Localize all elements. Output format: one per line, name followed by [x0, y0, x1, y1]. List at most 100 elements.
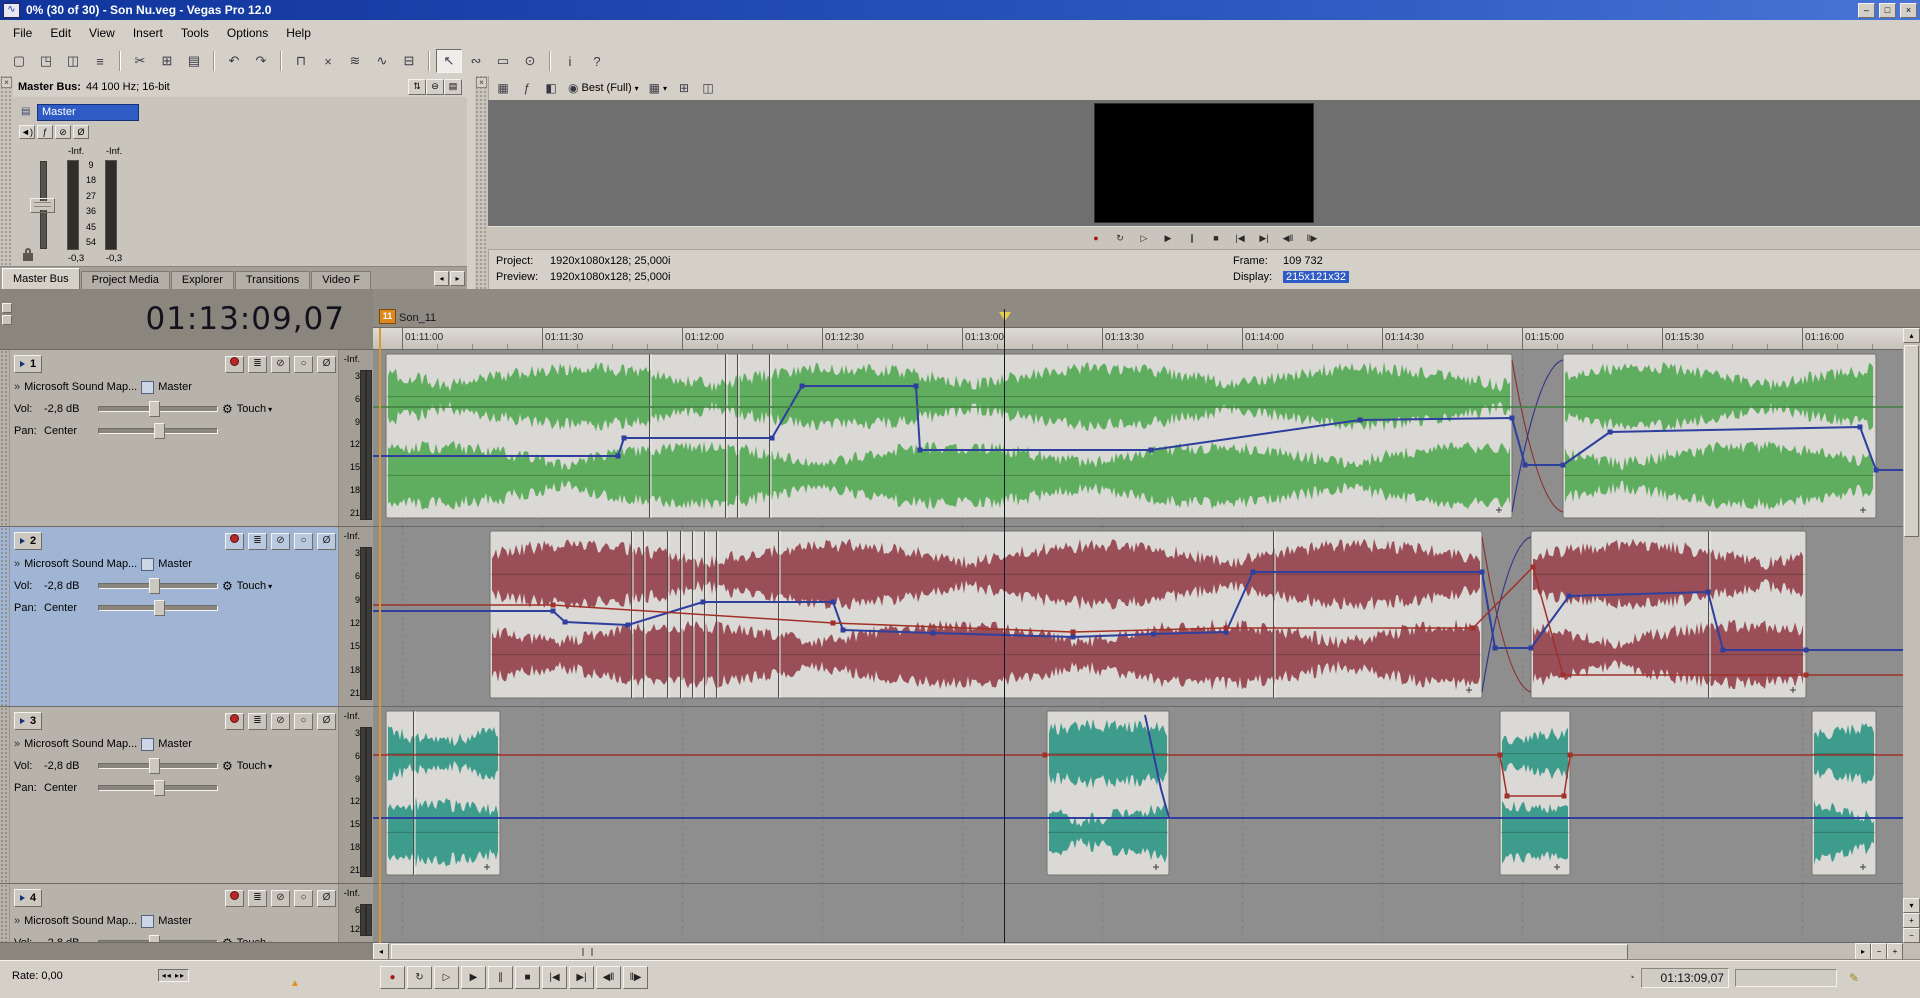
pan-slider[interactable] [98, 785, 218, 791]
menu-insert[interactable]: Insert [124, 22, 172, 44]
master-speaker-icon[interactable]: ◄) [19, 125, 35, 139]
menu-help[interactable]: Help [277, 22, 320, 44]
play-from-start-button[interactable]: ▷ [1133, 230, 1155, 247]
play-button[interactable]: ▶ [461, 966, 486, 989]
save-snapshot-button[interactable]: ◫ [697, 78, 719, 98]
timeline-mini-button-1[interactable] [2, 303, 12, 313]
playhead-cursor[interactable] [1004, 309, 1005, 943]
interactive-tutorials-button[interactable]: i [557, 49, 583, 73]
track-bus[interactable]: Master [158, 738, 192, 750]
go-to-end-button[interactable]: ▶| [569, 966, 594, 989]
track-header-3[interactable]: 3≣⊘○Ø»Microsoft Sound Map...MasterVol:-2… [0, 707, 373, 884]
bus-assignment-icon[interactable] [141, 738, 154, 751]
master-meter-left[interactable] [67, 160, 79, 250]
tab-explorer[interactable]: Explorer [171, 271, 234, 289]
go-to-start-button[interactable]: |◀ [542, 966, 567, 989]
preview-quality-dropdown[interactable]: ◉Best (Full)▾ [564, 78, 643, 98]
track-device[interactable]: Microsoft Sound Map... [24, 738, 137, 750]
master-fader-label[interactable]: Master [37, 104, 139, 121]
project-properties-button[interactable]: ≡ [87, 49, 113, 73]
play-button[interactable]: ▶ [1157, 230, 1179, 247]
track-lane-4[interactable] [373, 884, 1920, 943]
volume-slider-handle[interactable] [149, 578, 160, 594]
playhead-marker[interactable] [999, 312, 1011, 327]
track-bus[interactable]: Master [158, 558, 192, 570]
tab-transitions[interactable]: Transitions [235, 271, 310, 289]
mute-button[interactable]: ⊘ [271, 713, 290, 730]
automation-settings-button[interactable]: Ø [317, 533, 336, 550]
scrollbar-grip[interactable] [582, 948, 593, 956]
copy-snapshot-button[interactable]: ⊞ [673, 78, 695, 98]
selection-length-field[interactable] [1735, 969, 1837, 987]
close-button[interactable]: × [1900, 3, 1917, 18]
lock-envelopes-button[interactable]: ∿ [369, 49, 395, 73]
volume-slider[interactable] [98, 406, 218, 412]
automation-mode-dropdown[interactable]: Touch▾ [237, 760, 272, 772]
automation-gear-icon[interactable]: ⚙ [222, 759, 233, 773]
timeline-mini-button-2[interactable] [2, 315, 12, 325]
go-to-start-button[interactable]: |◀ [1229, 230, 1251, 247]
master-fx-button[interactable]: ƒ [37, 125, 53, 139]
cut-button[interactable]: ✂ [127, 49, 153, 73]
rate-scrub-slider[interactable]: ◂◂ ▸▸ [158, 969, 189, 982]
track-zoom-out-button[interactable]: − [1903, 928, 1920, 943]
scroll-down-button[interactable]: ▾ [1903, 898, 1920, 913]
enable-snapping-button[interactable]: ⊓ [288, 49, 314, 73]
track-meter[interactable]: -Inf.612 [338, 884, 373, 942]
transport-time-display[interactable]: 01:13:09,07 [1641, 968, 1729, 988]
bus-assignment-icon[interactable] [141, 381, 154, 394]
paste-button[interactable]: ▤ [181, 49, 207, 73]
previous-frame-button[interactable]: ◀‖ [1277, 230, 1299, 247]
track-zoom-in-button[interactable]: + [1903, 913, 1920, 928]
auto-ripple-button[interactable]: ≋ [342, 49, 368, 73]
undo-button[interactable]: ↶ [221, 49, 247, 73]
menu-edit[interactable]: Edit [41, 22, 80, 44]
zoom-edit-tool-button[interactable]: ⊙ [517, 49, 543, 73]
time-ruler[interactable]: 01:11:0001:11:3001:12:0001:12:3001:13:00… [373, 328, 1920, 350]
solo-button[interactable]: ○ [294, 533, 313, 550]
record-button[interactable]: ● [380, 966, 405, 989]
automatic-crossfades-button[interactable]: × [315, 49, 341, 73]
downmix-output-button[interactable]: ⇅ [408, 79, 426, 95]
track-grip[interactable] [0, 884, 10, 942]
track-lane-2[interactable] [373, 527, 1920, 707]
scroll-up-button[interactable]: ▴ [1903, 328, 1920, 343]
lock-icon[interactable] [23, 253, 33, 261]
automation-mode-dropdown[interactable]: Touch▾ [237, 580, 272, 592]
vscrollbar-thumb[interactable] [1904, 345, 1919, 537]
bus-assignment-icon[interactable] [141, 558, 154, 571]
tab-video-f[interactable]: Video F [311, 271, 371, 289]
tab-scroll-left-button[interactable]: ◂ [434, 271, 449, 286]
pan-value[interactable]: Center [44, 602, 94, 614]
next-frame-button[interactable]: ‖▶ [623, 966, 648, 989]
envelope-edit-tool-button[interactable]: ∾ [463, 49, 489, 73]
title-bar[interactable]: ∿ 0% (30 of 30) - Son Nu.veg - Vegas Pro… [0, 0, 1920, 20]
maximize-button[interactable]: □ [1879, 3, 1896, 18]
vol-value[interactable]: -2,8 dB [44, 580, 94, 592]
pan-slider[interactable] [98, 605, 218, 611]
pan-slider[interactable] [98, 428, 218, 434]
track-number-box[interactable]: 2 [14, 532, 42, 550]
new-project-button[interactable]: ▢ [6, 49, 32, 73]
arm-record-button[interactable] [225, 533, 244, 550]
automation-settings-button[interactable]: Ø [317, 356, 336, 373]
pause-button[interactable]: ∥ [1181, 230, 1203, 247]
track-fx-button[interactable]: ≣ [248, 533, 267, 550]
record-button[interactable]: ● [1085, 230, 1107, 247]
copy-button[interactable]: ⊞ [154, 49, 180, 73]
solo-button[interactable]: ○ [294, 890, 313, 907]
track-grip[interactable] [0, 350, 10, 526]
pan-value[interactable]: Center [44, 425, 94, 437]
close-panel-icon[interactable]: × [1, 77, 12, 88]
master-meter-right[interactable] [105, 160, 117, 250]
vertical-scrollbar[interactable]: ▴ ▾+− [1903, 328, 1920, 943]
tab-master-bus[interactable]: Master Bus [2, 268, 80, 289]
track-header-1[interactable]: 1≣⊘○Ø»Microsoft Sound Map...MasterVol:-2… [0, 350, 373, 527]
track-device[interactable]: Microsoft Sound Map... [24, 381, 137, 393]
volume-slider-handle[interactable] [149, 401, 160, 417]
automation-mode-dropdown[interactable]: Touch▾ [237, 403, 272, 415]
track-lane-3[interactable] [373, 707, 1920, 884]
menu-tools[interactable]: Tools [172, 22, 218, 44]
mute-button[interactable]: ⊘ [271, 356, 290, 373]
redo-button[interactable]: ↷ [248, 49, 274, 73]
